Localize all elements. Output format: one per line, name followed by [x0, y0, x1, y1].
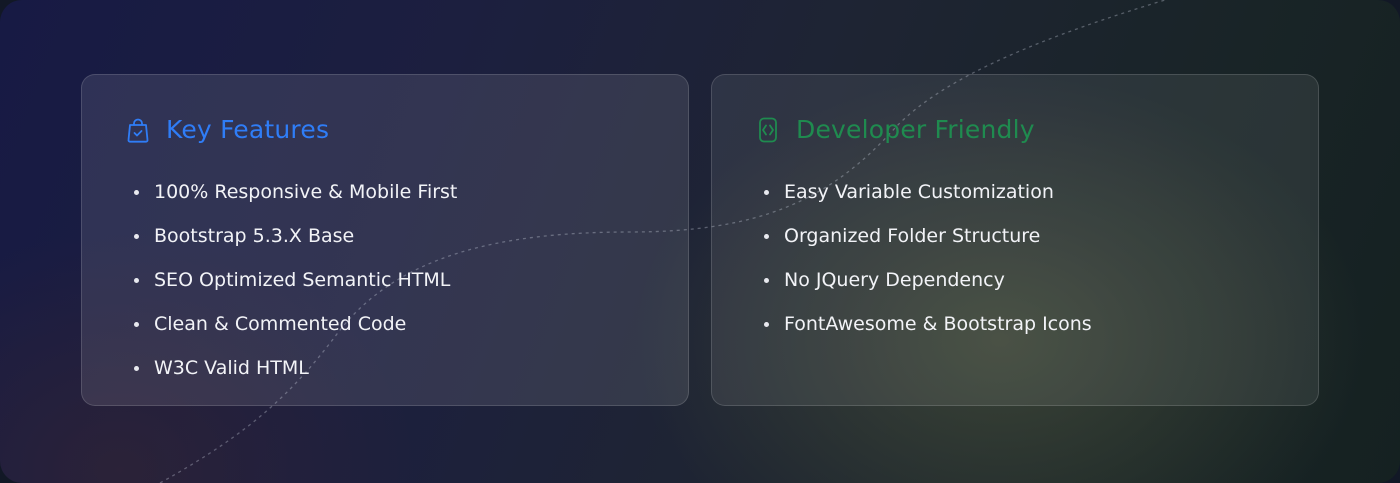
bullet-icon	[764, 234, 769, 239]
code-braces-icon	[754, 116, 782, 144]
list-item-label: FontAwesome & Bootstrap Icons	[784, 313, 1092, 335]
list-item: Bootstrap 5.3.X Base	[134, 222, 457, 266]
list-item: No JQuery Dependency	[764, 266, 1092, 310]
key-features-card: Key Features 100% Responsive & Mobile Fi…	[81, 74, 689, 406]
list-item-label: Easy Variable Customization	[784, 181, 1054, 203]
list-item-label: Bootstrap 5.3.X Base	[154, 225, 355, 247]
list-item: FontAwesome & Bootstrap Icons	[764, 310, 1092, 354]
bullet-icon	[134, 366, 139, 371]
bullet-icon	[764, 278, 769, 283]
bullet-icon	[134, 322, 139, 327]
bullet-icon	[134, 190, 139, 195]
features-banner: Key Features 100% Responsive & Mobile Fi…	[0, 0, 1400, 483]
list-item-label: 100% Responsive & Mobile First	[154, 181, 458, 203]
bullet-icon	[764, 190, 769, 195]
developer-friendly-title: Developer Friendly	[796, 115, 1035, 144]
list-item-label: Clean & Commented Code	[154, 313, 407, 335]
list-item-label: No JQuery Dependency	[784, 269, 1005, 291]
list-item: Organized Folder Structure	[764, 222, 1092, 266]
list-item-label: Organized Folder Structure	[784, 225, 1041, 247]
key-features-title: Key Features	[166, 115, 330, 144]
bullet-icon	[134, 278, 139, 283]
list-item-label: SEO Optimized Semantic HTML	[154, 269, 451, 291]
list-item: Easy Variable Customization	[764, 178, 1092, 222]
developer-friendly-card: Developer Friendly Easy Variable Customi…	[711, 74, 1319, 406]
key-features-list: 100% Responsive & Mobile First Bootstrap…	[134, 178, 457, 398]
key-features-header: Key Features	[124, 115, 329, 144]
bullet-icon	[134, 234, 139, 239]
shopping-bag-check-icon	[124, 116, 152, 144]
list-item: Clean & Commented Code	[134, 310, 457, 354]
list-item-label: W3C Valid HTML	[154, 357, 309, 379]
list-item: 100% Responsive & Mobile First	[134, 178, 457, 222]
developer-friendly-list: Easy Variable Customization Organized Fo…	[764, 178, 1092, 354]
developer-friendly-header: Developer Friendly	[754, 115, 1035, 144]
list-item: W3C Valid HTML	[134, 354, 457, 398]
bullet-icon	[764, 322, 769, 327]
list-item: SEO Optimized Semantic HTML	[134, 266, 457, 310]
